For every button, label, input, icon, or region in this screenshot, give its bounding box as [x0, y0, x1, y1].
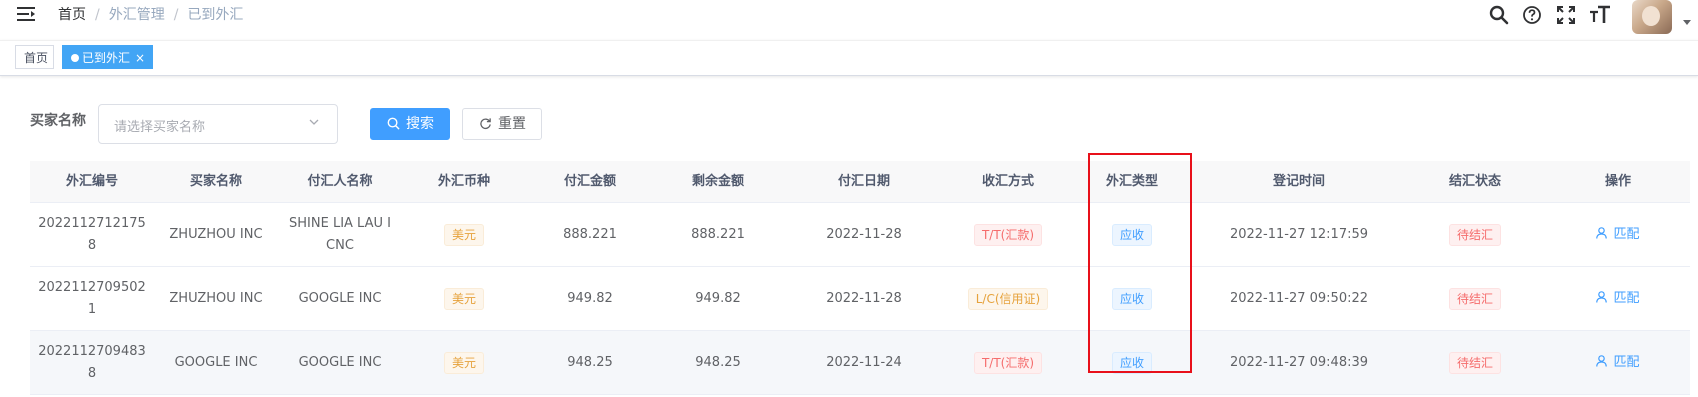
table-row: 20221127121758 ZHUZHOU INC SHINE LIA LAU…: [30, 203, 1690, 267]
refresh-icon: [480, 118, 491, 130]
chevron-down-icon: [309, 119, 319, 125]
cell-forex-id: 20221127095021: [38, 279, 146, 317]
navbar: 首页 / 外汇管理 / 已到外汇: [0, 0, 1698, 40]
column-header-buyer-name: 买家名称: [189, 174, 242, 189]
column-header-actions: 操作: [1604, 174, 1631, 189]
cell-payer-name: GOOGLE INC: [298, 290, 382, 306]
highlight-box: [1088, 153, 1192, 373]
column-header-amount: 付汇金额: [563, 174, 616, 189]
search-button-label: 搜索: [406, 116, 434, 132]
cell-registered-time: 2022-11-27 09:48:39: [1229, 354, 1369, 370]
cell-amount: 949.82: [567, 290, 613, 306]
cell-actions: 匹配: [1546, 203, 1690, 266]
buyer-name-label: 买家名称: [30, 113, 86, 129]
breadcrumb: 首页 / 外汇管理 / 已到外汇: [58, 6, 243, 24]
match-label: 匹配: [1613, 226, 1640, 242]
column-header-settlement-status: 结汇状态: [1448, 174, 1501, 189]
cell-currency: 美元: [402, 203, 526, 266]
cell-pay-date: 2022-11-24: [826, 354, 902, 370]
active-dot-icon: [71, 54, 79, 62]
close-icon[interactable]: ×: [135, 51, 145, 65]
search-icon[interactable]: [1488, 4, 1510, 26]
tag-home[interactable]: 首页: [15, 45, 54, 69]
search-button[interactable]: 搜索: [370, 108, 450, 140]
currency-badge: 美元: [443, 223, 484, 246]
cell-payer-name: SHINE LIA LAU I CNC: [289, 215, 391, 253]
status-badge: 待结汇: [1448, 351, 1501, 374]
hamburger-menu-icon[interactable]: [17, 7, 35, 22]
cell-receive-method: T/T(汇款): [946, 331, 1070, 394]
table-row: 20221127095021 ZHUZHOU INC GOOGLE INC 美元…: [30, 267, 1690, 331]
receive-method-badge: T/T(汇款): [973, 223, 1043, 246]
font-size-icon[interactable]: [1589, 4, 1611, 26]
breadcrumb-separator: /: [173, 7, 179, 23]
tag-arrived-forex[interactable]: 已到外汇 ×: [62, 45, 153, 69]
column-header-pay-date: 付汇日期: [837, 174, 890, 189]
fullscreen-icon[interactable]: [1555, 4, 1577, 26]
cell-remaining: 948.25: [695, 354, 741, 370]
cell-receive-method: L/C(信用证): [946, 267, 1070, 330]
column-header-receive-method: 收汇方式: [981, 174, 1034, 189]
cell-amount: 888.221: [563, 226, 617, 242]
tag-active-label: 已到外汇: [82, 51, 131, 65]
match-link[interactable]: 匹配: [1596, 224, 1640, 246]
cell-actions: 匹配: [1546, 267, 1690, 330]
currency-badge: 美元: [443, 351, 484, 374]
cell-settlement-status: 待结汇: [1404, 331, 1546, 394]
cell-buyer-name: ZHUZHOU INC: [169, 226, 263, 242]
search-icon: [387, 117, 400, 130]
cell-registered-time: 2022-11-27 12:17:59: [1229, 226, 1369, 242]
column-header-forex-id: 外汇编号: [65, 174, 118, 189]
cell-forex-id: 20221127121758: [38, 215, 146, 253]
buyer-name-select[interactable]: 请选择买家名称: [98, 104, 338, 144]
column-header-remaining: 剩余金额: [691, 174, 744, 189]
cell-payer-name: GOOGLE INC: [298, 354, 382, 370]
cell-forex-id: 20221127094838: [38, 343, 146, 381]
user-icon: [1596, 354, 1608, 367]
help-icon[interactable]: [1521, 4, 1543, 26]
reset-button-label: 重置: [498, 116, 526, 132]
cell-pay-date: 2022-11-28: [826, 226, 902, 242]
breadcrumb-item-home[interactable]: 首页: [58, 7, 86, 23]
avatar[interactable]: [1632, 0, 1672, 34]
cell-amount: 948.25: [567, 354, 613, 370]
status-badge: 待结汇: [1448, 287, 1501, 310]
match-link[interactable]: 匹配: [1596, 288, 1640, 310]
table-row: 20221127094838 GOOGLE INC GOOGLE INC 美元 …: [30, 331, 1690, 395]
user-icon: [1596, 226, 1608, 239]
receive-method-badge: L/C(信用证): [967, 287, 1049, 310]
user-icon: [1596, 290, 1608, 303]
cell-settlement-status: 待结汇: [1404, 203, 1546, 266]
cell-currency: 美元: [402, 267, 526, 330]
column-header-currency: 外汇币种: [437, 174, 490, 189]
cell-buyer-name: GOOGLE INC: [174, 354, 258, 370]
cell-remaining: 949.82: [695, 290, 741, 306]
buyer-name-placeholder: 请选择买家名称: [114, 120, 206, 135]
match-link[interactable]: 匹配: [1596, 352, 1640, 374]
cell-currency: 美元: [402, 331, 526, 394]
cell-pay-date: 2022-11-28: [826, 290, 902, 306]
cell-actions: 匹配: [1546, 331, 1690, 394]
cell-registered-time: 2022-11-27 09:50:22: [1229, 290, 1369, 306]
receive-method-badge: T/T(汇款): [973, 351, 1043, 374]
status-badge: 待结汇: [1448, 223, 1501, 246]
match-label: 匹配: [1613, 290, 1640, 306]
cell-settlement-status: 待结汇: [1404, 267, 1546, 330]
breadcrumb-item-forex-management[interactable]: 外汇管理: [109, 7, 165, 23]
match-label: 匹配: [1613, 354, 1640, 370]
breadcrumb-separator: /: [95, 7, 100, 23]
column-header-registered-time: 登记时间: [1272, 174, 1325, 189]
breadcrumb-item-arrived-forex: 已到外汇: [187, 7, 244, 23]
cell-remaining: 888.221: [691, 226, 745, 242]
tags-view: 首页 已到外汇 ×: [0, 40, 1698, 76]
table-header: 外汇编号 买家名称 付汇人名称 外汇币种 付汇金额 剩余金额 付汇日期 收汇方式…: [30, 161, 1690, 203]
column-header-payer-name: 付汇人名称: [307, 174, 373, 189]
cell-buyer-name: ZHUZHOU INC: [169, 290, 263, 306]
caret-down-icon[interactable]: [1683, 20, 1691, 25]
currency-badge: 美元: [443, 287, 484, 310]
reset-button[interactable]: 重置: [462, 108, 542, 140]
cell-receive-method: T/T(汇款): [946, 203, 1070, 266]
tag-home-label: 首页: [24, 51, 49, 65]
